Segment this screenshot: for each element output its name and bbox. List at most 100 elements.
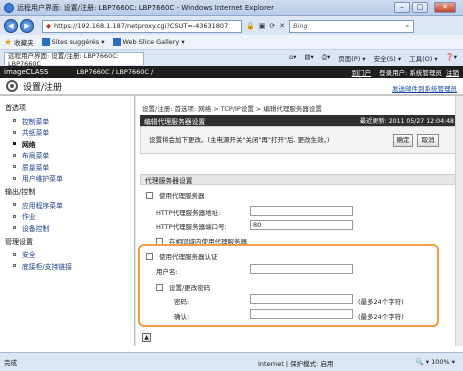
password-field[interactable]: [250, 294, 353, 304]
use-proxy-checkbox[interactable]: [146, 191, 153, 199]
window-title: 远程用户界面: 设置/注册: LBP7660C: LBP7660C - Wind…: [17, 3, 274, 12]
certificate-icon[interactable]: ▣: [259, 22, 266, 30]
sidebar-item-security[interactable]: 安全: [5, 249, 134, 261]
bullet-icon: [13, 142, 16, 146]
bullet-icon: [13, 119, 16, 123]
sidebar-section-title: 首选项: [5, 104, 26, 112]
rss-icon[interactable]: ▤▾: [304, 53, 313, 63]
sidebar-item-label: 应用程序菜单: [22, 201, 63, 210]
home-icon[interactable]: ⌂▾: [289, 53, 296, 63]
breadcrumb: 设置/注册: 首选项: 网络 > TCP/IP设置 > 编辑代理服务器设置: [142, 105, 322, 113]
set-password-row: 设置/更改密码: [156, 282, 210, 292]
refresh-icon[interactable]: ⟳: [269, 22, 275, 30]
confirm-hint: (最多24个字符): [358, 313, 404, 321]
sidebar-item-quality[interactable]: 质量菜单: [5, 161, 134, 173]
tab-title: 远程用户界面: 设置/注册: LBP7660C: LBP7660C: [8, 51, 119, 68]
sidebar-item-layout[interactable]: 布局菜单: [5, 150, 134, 162]
address-field[interactable]: ◆ https://192.168.1.187/netproxy.cgi?CSU…: [42, 19, 242, 33]
star-icon: ★: [4, 37, 13, 48]
use-auth-label: 使用代理服务器认证: [159, 253, 218, 261]
device-model: LBP7660C / LBP7660C /: [76, 68, 154, 76]
forward-button[interactable]: ▶: [20, 19, 34, 33]
search-input[interactable]: Bing ⌕: [289, 19, 415, 33]
tab-bar: 远程用户界面: 设置/注册: LBP7660C: LBP7660C ⌂▾ ▤▾ …: [0, 50, 463, 68]
fav-item-label: Web Slice Gallery ▾: [122, 38, 185, 46]
bullet-icon: [13, 153, 16, 157]
proxy-address-field[interactable]: [250, 206, 353, 216]
username-label: 用户名:: [156, 268, 178, 276]
close-window-button[interactable]: ✕: [434, 2, 456, 13]
url-text: https://192.168.1.187/netproxy.cgi?CSUT=…: [54, 22, 229, 30]
ok-button[interactable]: 确定: [393, 134, 413, 147]
maximize-button[interactable]: □: [412, 2, 428, 13]
sidebar-item-label: 设备控制: [22, 224, 50, 233]
proxy-address-label: HTTP代理服务器地址:: [156, 209, 221, 217]
bullet-icon: [13, 264, 16, 268]
bullet-icon: [13, 252, 16, 256]
confirm-label: 确认:: [174, 313, 190, 321]
panel-body: 设置将会加下更改。(主电源开关"关闭"再"打开"后, 更改生效。) 确定 取消: [140, 126, 458, 154]
fav-item-suggested[interactable]: Sites suggérés ▾: [41, 38, 105, 46]
portal-link[interactable]: 到门户: [352, 69, 372, 77]
status-text: 完成: [4, 359, 17, 367]
address-toolbar: ◀ ▶ ◆ https://192.168.1.187/netproxy.cgi…: [0, 17, 463, 35]
status-bar: 完成 Internet | 保护模式: 启用 🔍 ▾ 100% ▾: [0, 352, 463, 371]
back-button[interactable]: ◀: [4, 19, 18, 33]
page-icon: ◆: [46, 22, 51, 30]
help-menu[interactable]: ❓▾: [446, 53, 457, 63]
gear-icon: [6, 80, 18, 92]
bullet-icon: [13, 176, 16, 180]
fav-item-label: Sites suggérés ▾: [51, 38, 105, 46]
sidebar-item-control[interactable]: 控制菜单: [5, 115, 134, 127]
browser-tab[interactable]: 远程用户界面: 设置/注册: LBP7660C: LBP7660C: [4, 51, 144, 68]
ie-logo-icon: [4, 2, 14, 13]
logout-link[interactable]: 注销: [446, 69, 459, 77]
bullet-icon: [13, 226, 16, 230]
security-zone[interactable]: Internet | 保护模式: 启用: [258, 358, 333, 368]
favorites-bar: ★ 收藏夹 Sites suggérés ▾ Web Slice Gallery …: [0, 35, 463, 50]
bullet-icon: [13, 130, 16, 134]
bullet-icon: [13, 214, 16, 218]
print-icon[interactable]: ⎙▾: [322, 53, 330, 63]
brand-header: imageCLASS LBP7660C / LBP7660C / 到门户 登录用…: [0, 66, 463, 78]
sidebar-item-paper[interactable]: 共纸菜单: [5, 127, 134, 139]
fav-icon: [112, 38, 121, 46]
lock-icon[interactable]: 🔒: [246, 22, 255, 30]
username-field[interactable]: [250, 264, 353, 274]
favorites-button[interactable]: ★ 收藏夹: [4, 37, 34, 48]
sidebar-item-label: 底接柜/支持链接: [22, 262, 72, 271]
use-auth-checkbox[interactable]: [146, 252, 153, 260]
proxy-port-field[interactable]: 80: [250, 220, 353, 230]
title-bar: 远程用户界面: 设置/注册: LBP7660C: LBP7660C - Wind…: [0, 0, 463, 16]
scrollbar[interactable]: [455, 96, 463, 346]
sidebar-item-maintenance[interactable]: 用户维护菜单: [5, 173, 134, 185]
sidebar-item-application[interactable]: 应用程序菜单: [5, 199, 134, 211]
sidebar: 首选项 控制菜单 共纸菜单 网络 布局菜单 质量菜单 用户维护菜单 输出/控制 …: [0, 96, 135, 346]
sidebar-item-label: 控制菜单: [22, 117, 50, 126]
bullet-icon: [13, 165, 16, 169]
up-arrow-icon[interactable]: ▲: [142, 333, 151, 342]
sidebar-item-network[interactable]: 网络: [5, 138, 134, 150]
safety-menu[interactable]: 安全(S) ▾: [374, 53, 402, 63]
set-password-checkbox[interactable]: [156, 283, 163, 291]
panel-title: 编辑代理服务器设置: [144, 117, 206, 126]
sidebar-item-jobs[interactable]: 作业: [5, 211, 134, 223]
sidebar-item-support-links[interactable]: 底接柜/支持链接: [5, 260, 134, 272]
stop-icon[interactable]: ✕: [279, 22, 285, 30]
cancel-button[interactable]: 取消: [417, 134, 439, 147]
password-hint: (最多24个字符): [358, 298, 404, 306]
confirm-password-field[interactable]: [250, 309, 353, 319]
page-title: 设置/注册: [23, 82, 63, 93]
sidebar-item-label: 布局菜单: [22, 152, 50, 161]
header-links: 到门户 登录用户: 系统管理员 注销: [346, 67, 459, 77]
mail-admin-link[interactable]: 发送邮件到系统管理员: [392, 83, 457, 93]
tools-menu[interactable]: 工具(O) ▾: [409, 53, 438, 63]
password-label: 密码:: [174, 298, 190, 306]
sidebar-item-label: 共纸菜单: [22, 129, 50, 138]
search-icon[interactable]: ⌕: [405, 22, 409, 31]
sidebar-item-device-control[interactable]: 设备控制: [5, 222, 134, 234]
zoom-control[interactable]: 🔍 ▾ 100% ▾: [416, 358, 455, 366]
minimize-button[interactable]: –: [394, 2, 410, 13]
fav-item-webslice[interactable]: Web Slice Gallery ▾: [112, 38, 185, 46]
page-menu[interactable]: 页面(P) ▾: [338, 53, 365, 63]
